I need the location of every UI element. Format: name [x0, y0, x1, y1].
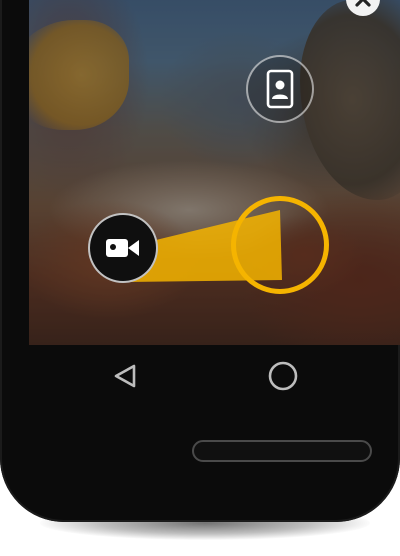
nav-home-button[interactable] — [266, 359, 300, 393]
video-mode-button[interactable] — [88, 213, 158, 283]
front-camera-person-icon — [266, 69, 294, 109]
switch-camera-button[interactable] — [246, 55, 314, 123]
back-triangle-icon — [114, 364, 136, 388]
nav-back-button[interactable] — [110, 361, 140, 391]
home-circle-icon — [268, 361, 298, 391]
camera-viewfinder — [29, 0, 400, 345]
shutter-button[interactable] — [231, 196, 329, 294]
phone-frame — [0, 0, 400, 522]
speaker-grille — [192, 440, 372, 462]
video-camera-icon — [106, 239, 139, 257]
close-icon — [355, 0, 371, 7]
viewfinder-dim-overlay — [29, 0, 400, 345]
